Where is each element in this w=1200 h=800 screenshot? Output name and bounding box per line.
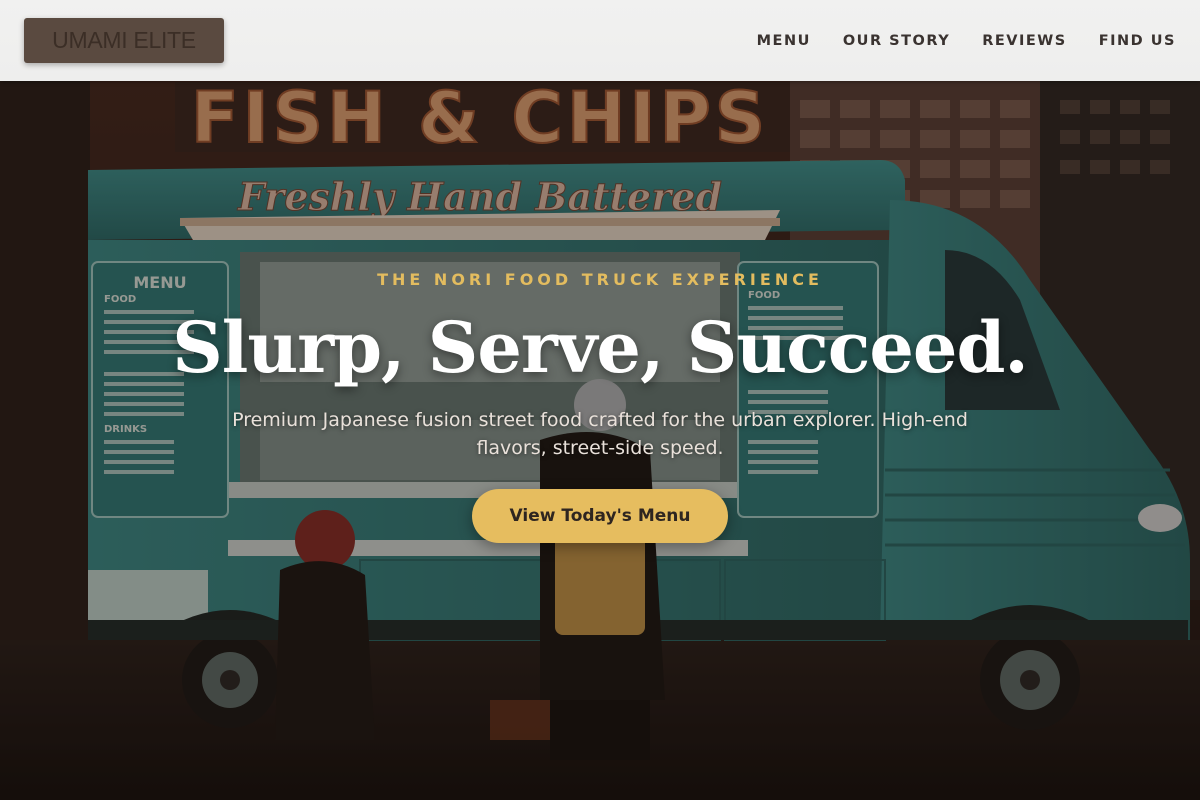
hero-subline: Premium Japanese fusion street food craf… (232, 409, 968, 459)
hero-eyebrow: THE NORI FOOD TRUCK EXPERIENCE (377, 270, 823, 289)
nav-links: MENU OUR STORY REVIEWS FIND US (725, 33, 1176, 49)
view-menu-button[interactable]: View Today's Menu (472, 489, 728, 543)
nav-link-menu[interactable]: MENU (757, 33, 811, 49)
brand-logo-text: UMAMI ELITE (52, 27, 196, 53)
nav-link-our-story[interactable]: OUR STORY (843, 33, 950, 49)
brand-logo[interactable]: UMAMI ELITE (24, 18, 224, 63)
top-nav: UMAMI ELITE MENU OUR STORY REVIEWS FIND … (0, 0, 1200, 81)
nav-link-find-us[interactable]: FIND US (1099, 33, 1176, 49)
hero-section: THE NORI FOOD TRUCK EXPERIENCE Slurp, Se… (0, 0, 1200, 800)
hero-headline: Slurp, Serve, Succeed. (172, 306, 1029, 389)
nav-link-reviews[interactable]: REVIEWS (982, 33, 1067, 49)
